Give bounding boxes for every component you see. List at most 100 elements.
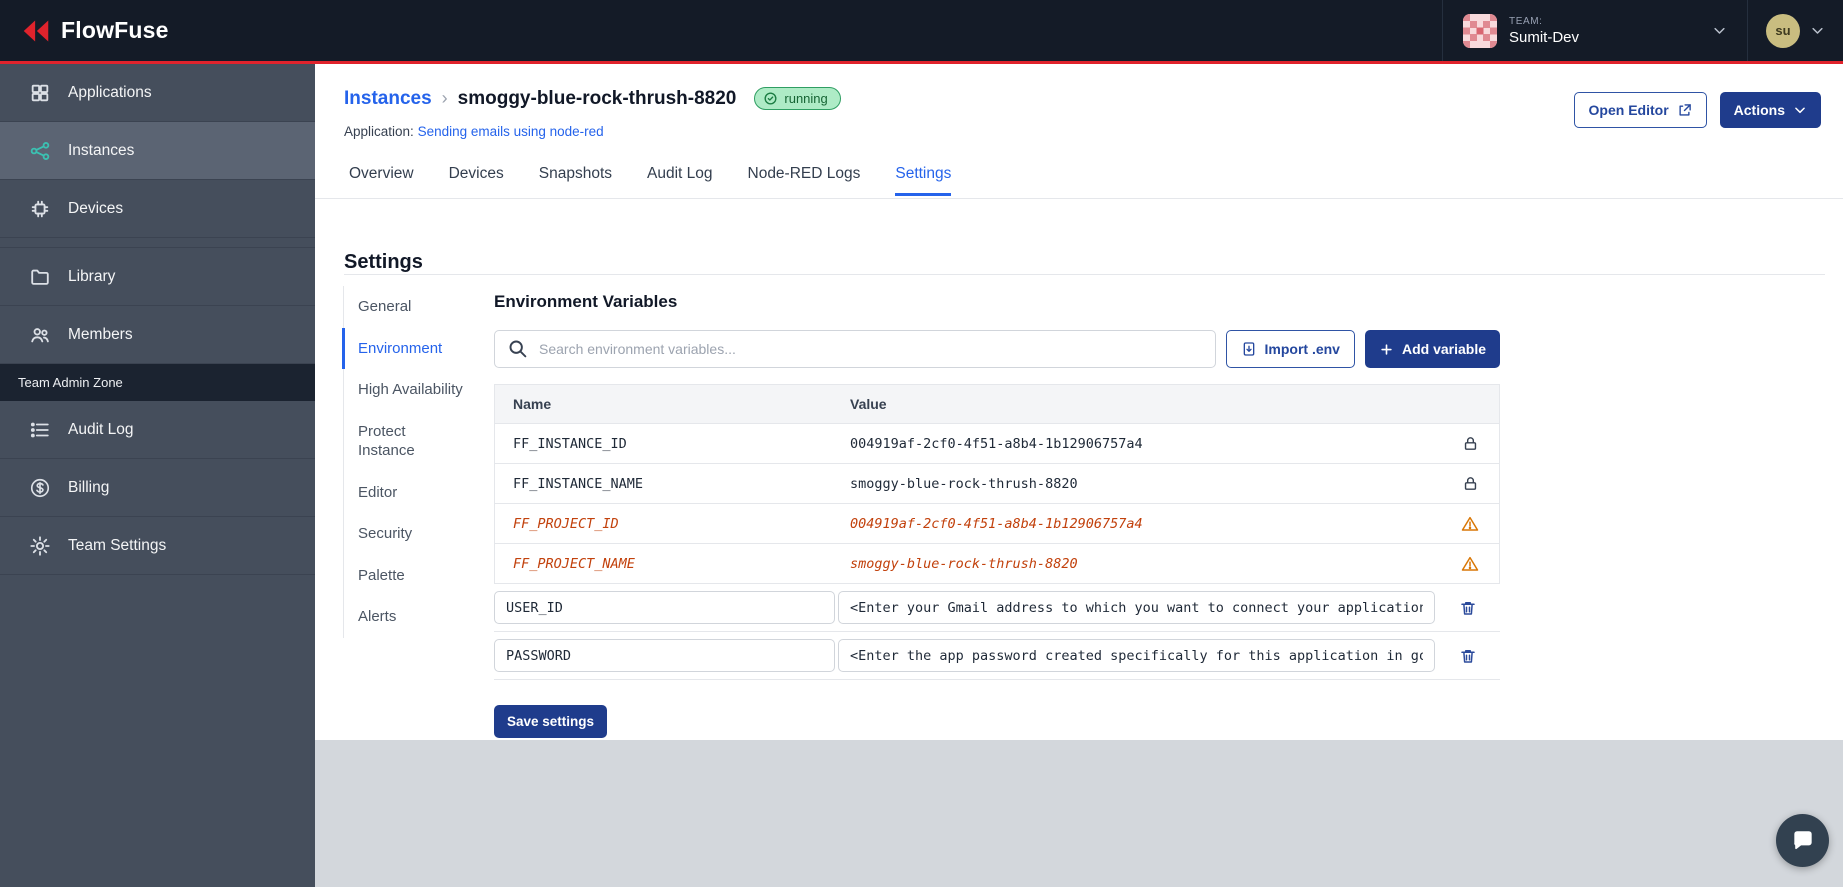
chat-widget-button[interactable] xyxy=(1776,814,1829,867)
sidebar-item-applications[interactable]: Applications xyxy=(0,64,315,122)
audit-log-icon xyxy=(30,422,49,437)
table-row: FF_INSTANCE_NAME smoggy-blue-rock-thrush… xyxy=(495,464,1499,504)
topbar: FlowFuse TEAM: Sumit-Dev su xyxy=(0,0,1843,64)
breadcrumb-separator: › xyxy=(441,88,448,108)
env-name-input[interactable] xyxy=(494,591,835,624)
sidebar-item-label: Audit Log xyxy=(68,420,134,438)
env-name: FF_INSTANCE_ID xyxy=(513,435,627,452)
table-row-editable xyxy=(494,584,1500,632)
brand-name: FlowFuse xyxy=(61,17,169,43)
sidebar-item-devices[interactable]: Devices xyxy=(0,180,315,238)
delete-variable-button[interactable] xyxy=(1455,643,1481,669)
settings-nav-palette[interactable]: Palette xyxy=(342,555,464,597)
breadcrumb-instances-link[interactable]: Instances xyxy=(344,88,432,110)
import-env-button[interactable]: Import .env xyxy=(1225,330,1355,368)
import-env-icon xyxy=(1243,342,1254,356)
tab-settings[interactable]: Settings xyxy=(895,165,952,196)
sidebar-item-label: Library xyxy=(68,267,116,285)
env-name: FF_PROJECT_ID xyxy=(513,515,619,532)
open-editor-button[interactable]: Open Editor xyxy=(1573,92,1707,128)
sidebar-item-audit-log[interactable]: Audit Log xyxy=(0,401,315,459)
members-icon xyxy=(31,327,49,342)
chevron-down-icon xyxy=(1812,27,1823,34)
actions-label: Actions xyxy=(1733,102,1785,118)
sidebar-item-billing[interactable]: Billing xyxy=(0,459,315,517)
warning-icon xyxy=(1461,556,1479,571)
sidebar-item-library[interactable]: Library xyxy=(0,248,315,306)
sidebar-item-members[interactable]: Members xyxy=(0,306,315,364)
team-name: Sumit-Dev xyxy=(1509,28,1580,46)
column-header-name: Name xyxy=(513,396,552,412)
delete-variable-button[interactable] xyxy=(1455,595,1481,621)
save-settings-button[interactable]: Save settings xyxy=(494,705,608,738)
flowfuse-logo-icon xyxy=(23,20,49,41)
env-name: FF_INSTANCE_NAME xyxy=(513,475,644,492)
gear-icon xyxy=(30,535,50,556)
settings-nav-general[interactable]: General xyxy=(342,286,464,328)
add-variable-label: Add variable xyxy=(1401,341,1486,357)
team-avatar xyxy=(1463,13,1497,48)
trash-icon xyxy=(1460,649,1475,663)
table-row-editable xyxy=(494,632,1500,680)
settings-subnav: General Environment High Availability Pr… xyxy=(342,286,464,638)
instances-icon xyxy=(30,141,50,160)
env-name-input[interactable] xyxy=(494,639,835,672)
page: FlowFuse TEAM: Sumit-Dev su Applications… xyxy=(0,0,1843,887)
tab-devices[interactable]: Devices xyxy=(449,165,504,196)
tab-overview[interactable]: Overview xyxy=(349,165,414,196)
sidebar-item-label: Instances xyxy=(68,141,135,159)
tab-node-red-logs[interactable]: Node-RED Logs xyxy=(748,165,861,196)
flowfuse-logo[interactable]: FlowFuse xyxy=(0,0,169,61)
header-actions: Open Editor Actions xyxy=(1573,92,1821,128)
folder-icon xyxy=(31,269,49,285)
sidebar-item-label: Team Settings xyxy=(68,536,167,554)
status-badge: running xyxy=(754,87,841,110)
settings-nav-environment[interactable]: Environment xyxy=(342,327,464,369)
chevron-down-icon xyxy=(1714,27,1725,34)
application-line: Application: Sending emails using node-r… xyxy=(344,124,604,139)
warning-icon xyxy=(1461,516,1479,531)
env-value-input[interactable] xyxy=(838,591,1435,624)
settings-nav-alerts[interactable]: Alerts xyxy=(342,596,464,638)
settings-title: Settings xyxy=(344,250,423,273)
chat-bubble-icon xyxy=(1793,830,1812,849)
application-link[interactable]: Sending emails using node-red xyxy=(418,124,604,139)
env-table: Name Value FF_INSTANCE_ID 004919af-2cf0-… xyxy=(494,384,1500,584)
settings-nav-protect-instance[interactable]: Protect Instance xyxy=(342,411,464,472)
plus-icon xyxy=(1381,343,1392,355)
environment-variables-title: Environment Variables xyxy=(494,292,678,311)
import-env-label: Import .env xyxy=(1264,341,1340,357)
tab-audit-log[interactable]: Audit Log xyxy=(647,165,713,196)
settings-nav-editor[interactable]: Editor xyxy=(342,472,464,514)
breadcrumb: Instances › smoggy-blue-rock-thrush-8820… xyxy=(344,87,841,110)
env-name: FF_PROJECT_NAME xyxy=(513,555,635,572)
sidebar-divider xyxy=(0,238,315,248)
column-header-value: Value xyxy=(850,396,887,412)
team-selector[interactable]: TEAM: Sumit-Dev xyxy=(1442,0,1747,61)
topbar-right: TEAM: Sumit-Dev su xyxy=(1442,0,1843,61)
team-label: TEAM: xyxy=(1509,15,1543,27)
sidebar-item-instances[interactable]: Instances xyxy=(0,122,315,180)
tab-snapshots[interactable]: Snapshots xyxy=(539,165,612,196)
lock-icon xyxy=(1464,477,1476,490)
running-icon xyxy=(764,92,777,105)
environment-controls: Import .env Add variable xyxy=(494,330,1500,368)
application-label: Application: xyxy=(344,124,414,139)
sidebar-item-label: Members xyxy=(68,325,133,343)
table-row: FF_PROJECT_ID 004919af-2cf0-4f51-a8b4-1b… xyxy=(495,504,1499,544)
settings-nav-high-availability[interactable]: High Availability xyxy=(342,369,464,411)
search-input[interactable] xyxy=(494,330,1216,368)
env-table-header: Name Value xyxy=(495,385,1499,424)
env-value-input[interactable] xyxy=(838,639,1435,672)
env-value: 004919af-2cf0-4f51-a8b4-1b12906757a4 xyxy=(850,515,1143,532)
instance-tabs: Overview Devices Snapshots Audit Log Nod… xyxy=(349,165,952,196)
settings-nav-security[interactable]: Security xyxy=(342,513,464,555)
sidebar-item-label: Applications xyxy=(68,83,152,101)
instance-name: smoggy-blue-rock-thrush-8820 xyxy=(457,87,737,109)
sidebar-item-team-settings[interactable]: Team Settings xyxy=(0,517,315,575)
content-area: Instances › smoggy-blue-rock-thrush-8820… xyxy=(315,64,1843,740)
sidebar-item-label: Devices xyxy=(68,199,124,217)
user-menu[interactable]: su xyxy=(1747,0,1843,61)
actions-button[interactable]: Actions xyxy=(1719,92,1821,128)
add-variable-button[interactable]: Add variable xyxy=(1364,330,1500,368)
